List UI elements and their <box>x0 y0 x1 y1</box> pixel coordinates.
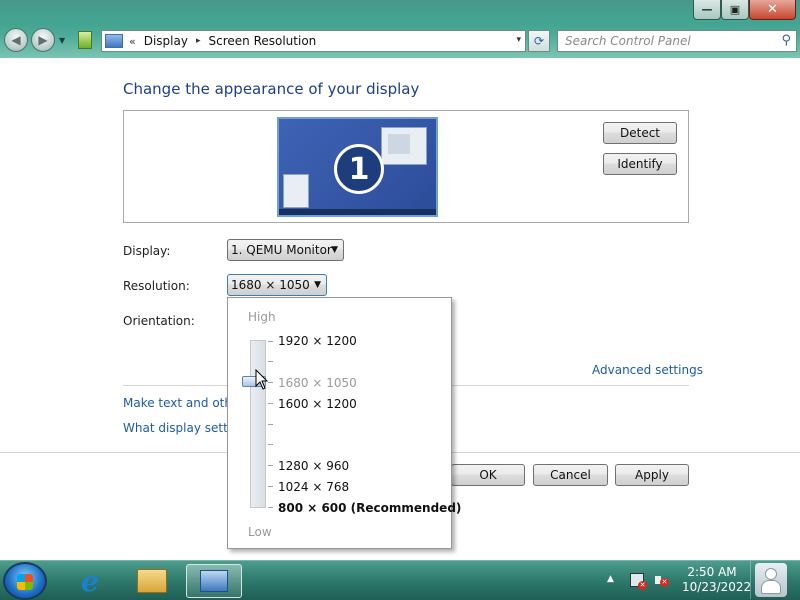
volume-muted-icon[interactable]: ✕ <box>655 573 669 587</box>
close-button[interactable]: ✕ <box>749 0 796 20</box>
cancel-button[interactable]: Cancel <box>533 464 608 486</box>
chevron-down-icon: ▼ <box>331 245 338 255</box>
close-icon: ✕ <box>767 2 778 17</box>
breadcrumb-screen-resolution[interactable]: Screen Resolution <box>209 34 317 48</box>
resolution-option[interactable]: 1600 × 1200 <box>278 397 357 411</box>
chevron-down-icon: ▼ <box>314 280 321 290</box>
detect-button[interactable]: Detect <box>603 122 677 144</box>
breadcrumb-display[interactable]: Display <box>144 34 188 48</box>
resolution-select-value: 1680 × 1050 <box>231 278 310 292</box>
apply-button[interactable]: Apply <box>615 464 689 486</box>
mouse-cursor-icon <box>255 369 269 390</box>
resolution-select[interactable]: 1680 × 1050 ▼ <box>227 274 327 296</box>
clock-time: 2:50 AM <box>687 565 737 579</box>
slider-tick <box>268 486 273 487</box>
resolution-label: Resolution: <box>123 279 190 293</box>
window-title-bar: — ▣ ✕ ◀ ▶ ▼ « Display ▸ Screen Resolutio… <box>0 0 800 58</box>
user-avatar-icon[interactable] <box>755 563 787 597</box>
maximize-icon: ▣ <box>729 3 741 16</box>
windows-logo-icon <box>17 574 33 590</box>
preview-start-menu-graphic <box>283 174 309 208</box>
low-label: Low <box>248 525 272 539</box>
network-error-icon[interactable]: ✕ <box>630 573 647 590</box>
preview-window-graphic <box>381 127 427 165</box>
start-button[interactable] <box>3 562 47 600</box>
slider-tick <box>268 403 273 404</box>
minimize-icon: — <box>701 3 713 16</box>
breadcrumb-separator-icon[interactable]: ▸ <box>196 36 201 46</box>
advanced-settings-link[interactable]: Advanced settings <box>592 363 703 377</box>
clock-date: 10/23/2022 <box>682 580 752 594</box>
slider-tick <box>268 341 273 342</box>
breadcrumb-overflow-chevron[interactable]: « <box>129 35 136 48</box>
slider-tick <box>268 465 273 466</box>
slider-tick <box>268 507 273 508</box>
refresh-icon: ⟳ <box>533 34 545 48</box>
slider-tick <box>268 424 273 425</box>
internet-explorer-icon: e <box>81 564 99 598</box>
identify-button[interactable]: Identify <box>603 153 677 175</box>
internet-explorer-taskbar-button[interactable]: e <box>64 564 116 598</box>
monitor-1-thumbnail[interactable]: 1 <box>277 117 438 217</box>
address-bar[interactable]: « Display ▸ Screen Resolution ▾ <box>101 30 526 52</box>
control-panel-icon <box>200 570 228 592</box>
windows-explorer-taskbar-button[interactable] <box>126 564 178 598</box>
monitor-number-badge: 1 <box>334 144 384 194</box>
high-label: High <box>248 310 276 324</box>
folder-icon <box>137 569 167 593</box>
slider-tick <box>268 361 273 362</box>
search-input[interactable]: Search Control Panel ⚲ <box>557 30 797 52</box>
address-dropdown-icon[interactable]: ▾ <box>516 35 521 45</box>
resolution-option-recommended[interactable]: 800 × 600 (Recommended) <box>278 501 461 515</box>
resolution-slider-track[interactable] <box>250 340 266 508</box>
forward-arrow-icon: ▶ <box>38 33 48 47</box>
search-placeholder: Search Control Panel <box>565 34 691 48</box>
display-label: Display: <box>123 244 171 258</box>
system-clock[interactable]: 2:50 AM 10/23/2022 <box>682 565 752 595</box>
resolution-option-current[interactable]: 1680 × 1050 <box>278 376 357 390</box>
preview-taskbar-graphic <box>279 209 436 215</box>
recent-pages-dropdown-icon[interactable]: ▼ <box>59 36 65 45</box>
resolution-option[interactable]: 1280 × 960 <box>278 459 349 473</box>
resolution-option[interactable]: 1024 × 768 <box>278 480 349 494</box>
resolution-option[interactable]: 1920 × 1200 <box>278 334 357 348</box>
page-title: Change the appearance of your display <box>123 80 420 98</box>
show-hidden-icons-button[interactable]: ▲ <box>607 574 614 584</box>
resolution-dropdown-popup: High 1920 × 1200 1680 × 1050 1600 × 1200… <box>227 297 461 549</box>
title-bar-glass <box>0 0 800 24</box>
maximize-button[interactable]: ▣ <box>721 0 749 20</box>
control-panel-green-icon <box>78 31 92 49</box>
forward-button[interactable]: ▶ <box>31 28 55 52</box>
back-button[interactable]: ◀ <box>4 28 28 52</box>
control-panel-taskbar-button[interactable] <box>186 564 242 598</box>
search-icon[interactable]: ⚲ <box>781 33 791 48</box>
display-select-value: 1. QEMU Monitor <box>231 243 332 257</box>
taskbar: e <box>0 560 800 600</box>
ok-button[interactable]: OK <box>451 464 525 486</box>
display-select[interactable]: 1. QEMU Monitor ▼ <box>227 239 344 261</box>
minimize-button[interactable]: — <box>693 0 721 20</box>
back-arrow-icon: ◀ <box>11 33 21 47</box>
slider-tick <box>268 444 273 445</box>
show-desktop-divider <box>750 561 751 599</box>
orientation-label: Orientation: <box>123 314 195 328</box>
refresh-button[interactable]: ⟳ <box>528 30 550 52</box>
control-panel-icon <box>105 34 123 48</box>
